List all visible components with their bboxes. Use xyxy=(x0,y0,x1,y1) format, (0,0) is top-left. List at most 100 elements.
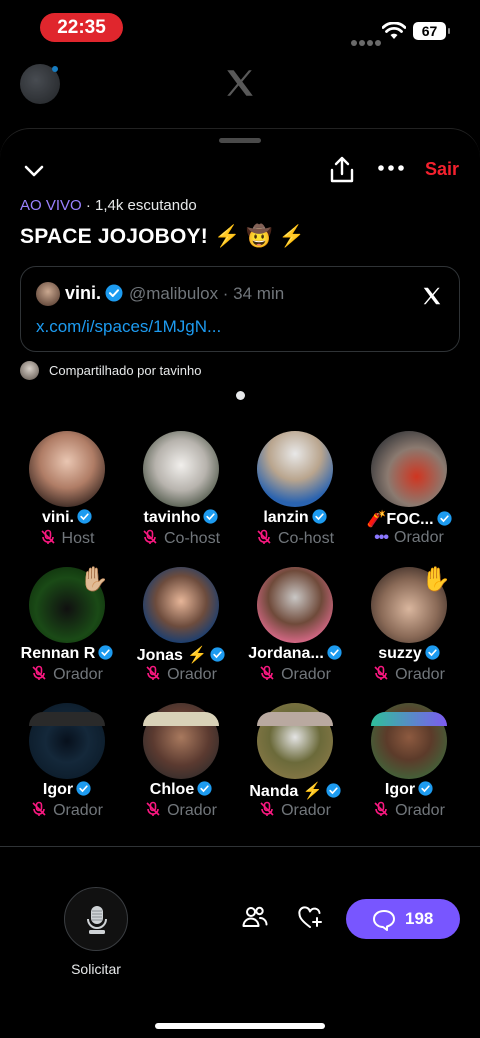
participant-role: Orador xyxy=(281,666,331,683)
participant-card[interactable]: Jonas ⚡ Orador xyxy=(124,565,238,695)
mic-muted-icon xyxy=(146,665,160,680)
participant-card[interactable]: lanzin Co-host xyxy=(238,429,352,559)
participant-name: Jordana... xyxy=(248,645,324,662)
live-label: AO VIVO xyxy=(20,197,82,214)
participant-card[interactable]: vini. Host xyxy=(10,429,124,559)
avatar xyxy=(257,431,333,507)
x-logo-icon xyxy=(423,287,441,305)
verified-badge-icon xyxy=(418,781,433,796)
microphone-icon xyxy=(87,906,107,934)
sheet-grabber[interactable] xyxy=(219,138,261,143)
quoted-tweet-card[interactable]: vini. @malibulox · 34 min x.com/i/spaces… xyxy=(20,266,460,352)
participant-name: Chloe xyxy=(149,781,195,798)
participant-role: Orador xyxy=(53,666,103,683)
request-to-speak-button[interactable] xyxy=(64,887,128,951)
participant-name: Jonas ⚡ xyxy=(136,647,208,664)
participant-role: Co-host xyxy=(277,530,335,547)
verified-badge-icon xyxy=(436,511,452,526)
participant-role: Co-host xyxy=(163,530,221,547)
avatar xyxy=(371,431,447,507)
raised-hand-icon: ✋ xyxy=(421,566,451,593)
verified-badge-icon xyxy=(197,781,212,796)
request-label: Solicitar xyxy=(71,961,121,977)
participant-name: suzzy xyxy=(378,645,422,662)
participant-role: Orador xyxy=(167,666,217,683)
mic-muted-icon xyxy=(143,529,157,544)
verified-badge-icon xyxy=(327,645,342,660)
participants-icon[interactable] xyxy=(242,905,268,929)
mic-muted-icon xyxy=(32,801,46,816)
tweet-handle-time: @malibulox · 34 min xyxy=(129,284,285,303)
participant-role: Orador xyxy=(53,802,103,819)
tweet-author-avatar xyxy=(36,282,60,306)
shared-by-text: Compartilhado por tavinho xyxy=(49,363,202,378)
participant-role: Orador xyxy=(167,802,217,819)
participant-name: 🧨FOC... xyxy=(366,511,434,528)
mic-muted-icon xyxy=(374,665,388,680)
verified-badge-icon xyxy=(77,509,92,524)
avatar xyxy=(29,431,105,507)
verified-badge-icon xyxy=(326,783,341,798)
participant-name: Rennan R xyxy=(20,645,96,662)
background-profile-avatar xyxy=(20,64,60,104)
verified-badge-icon xyxy=(312,509,327,524)
live-status: AO VIVO · 1,4k escutando xyxy=(20,197,197,214)
speaking-indicator-icon: ••• xyxy=(374,529,389,546)
participant-card[interactable]: Jordana... Orador xyxy=(238,565,352,695)
participant-card[interactable]: ✋ suzzy Orador xyxy=(352,565,466,695)
participant-card[interactable]: 🧨FOC... ••• Orador xyxy=(352,429,466,559)
avatar xyxy=(257,567,333,643)
mic-muted-icon xyxy=(260,801,274,816)
participant-name: Igor xyxy=(42,781,74,798)
avatar xyxy=(371,712,447,726)
raised-hand-icon: ✋🏼 xyxy=(79,566,109,593)
mic-muted-icon xyxy=(146,801,160,816)
participant-name: vini. xyxy=(41,509,74,526)
verified-badge-icon xyxy=(210,647,225,662)
participant-role: Orador xyxy=(395,802,445,819)
collapse-chevron-icon[interactable] xyxy=(20,159,48,183)
heart-plus-icon[interactable] xyxy=(298,906,324,930)
verified-badge-icon xyxy=(98,645,113,660)
participant-card[interactable]: tavinho Co-host xyxy=(124,429,238,559)
share-icon[interactable] xyxy=(328,155,356,185)
listeners-count: · 1,4k escutando xyxy=(81,197,197,214)
space-link[interactable]: x.com/i/spaces/1MJgN... xyxy=(36,317,221,337)
leave-button[interactable]: Sair xyxy=(425,159,459,180)
participant-role: Orador xyxy=(395,666,445,683)
avatar xyxy=(257,712,333,726)
avatar xyxy=(143,567,219,643)
tweet-author-name: vini. xyxy=(65,283,102,303)
mic-muted-icon xyxy=(40,529,55,544)
verified-badge-icon xyxy=(203,509,219,524)
participant-name: lanzin xyxy=(263,509,309,526)
mic-muted-icon xyxy=(32,665,46,680)
verified-badge-icon xyxy=(105,284,123,302)
status-time: 22:35 xyxy=(40,13,123,42)
home-indicator[interactable] xyxy=(155,1023,325,1029)
participant-role: Orador xyxy=(281,802,331,819)
wifi-icon xyxy=(382,22,406,39)
verified-badge-icon xyxy=(76,781,91,796)
comments-count: 198 xyxy=(405,909,434,928)
verified-badge-icon xyxy=(425,645,440,660)
participants-grid: vini. Host tavinho Co-host lanzin Co-hos… xyxy=(10,429,470,849)
mic-muted-icon xyxy=(260,665,274,680)
participant-card[interactable]: ✋🏼 Rennan R Orador xyxy=(10,565,124,695)
more-options-icon[interactable] xyxy=(376,161,406,175)
battery-indicator: 67 xyxy=(413,22,450,40)
page-indicator-dot xyxy=(236,391,245,400)
avatar xyxy=(143,712,219,726)
bottom-controls: Solicitar 198 xyxy=(0,846,480,1038)
participant-role: Orador xyxy=(394,529,444,546)
participant-name: Nanda ⚡ xyxy=(249,783,323,800)
comments-button[interactable]: 198 xyxy=(346,899,460,939)
sharer-avatar xyxy=(20,361,39,380)
x-logo-icon xyxy=(227,70,253,96)
cellular-signal-icon xyxy=(351,33,383,51)
avatar xyxy=(29,712,105,726)
participant-role: Host xyxy=(61,530,95,547)
participant-name: Igor xyxy=(384,781,416,798)
mic-muted-icon xyxy=(257,529,271,544)
status-bar: 22:35 67 xyxy=(0,0,480,56)
